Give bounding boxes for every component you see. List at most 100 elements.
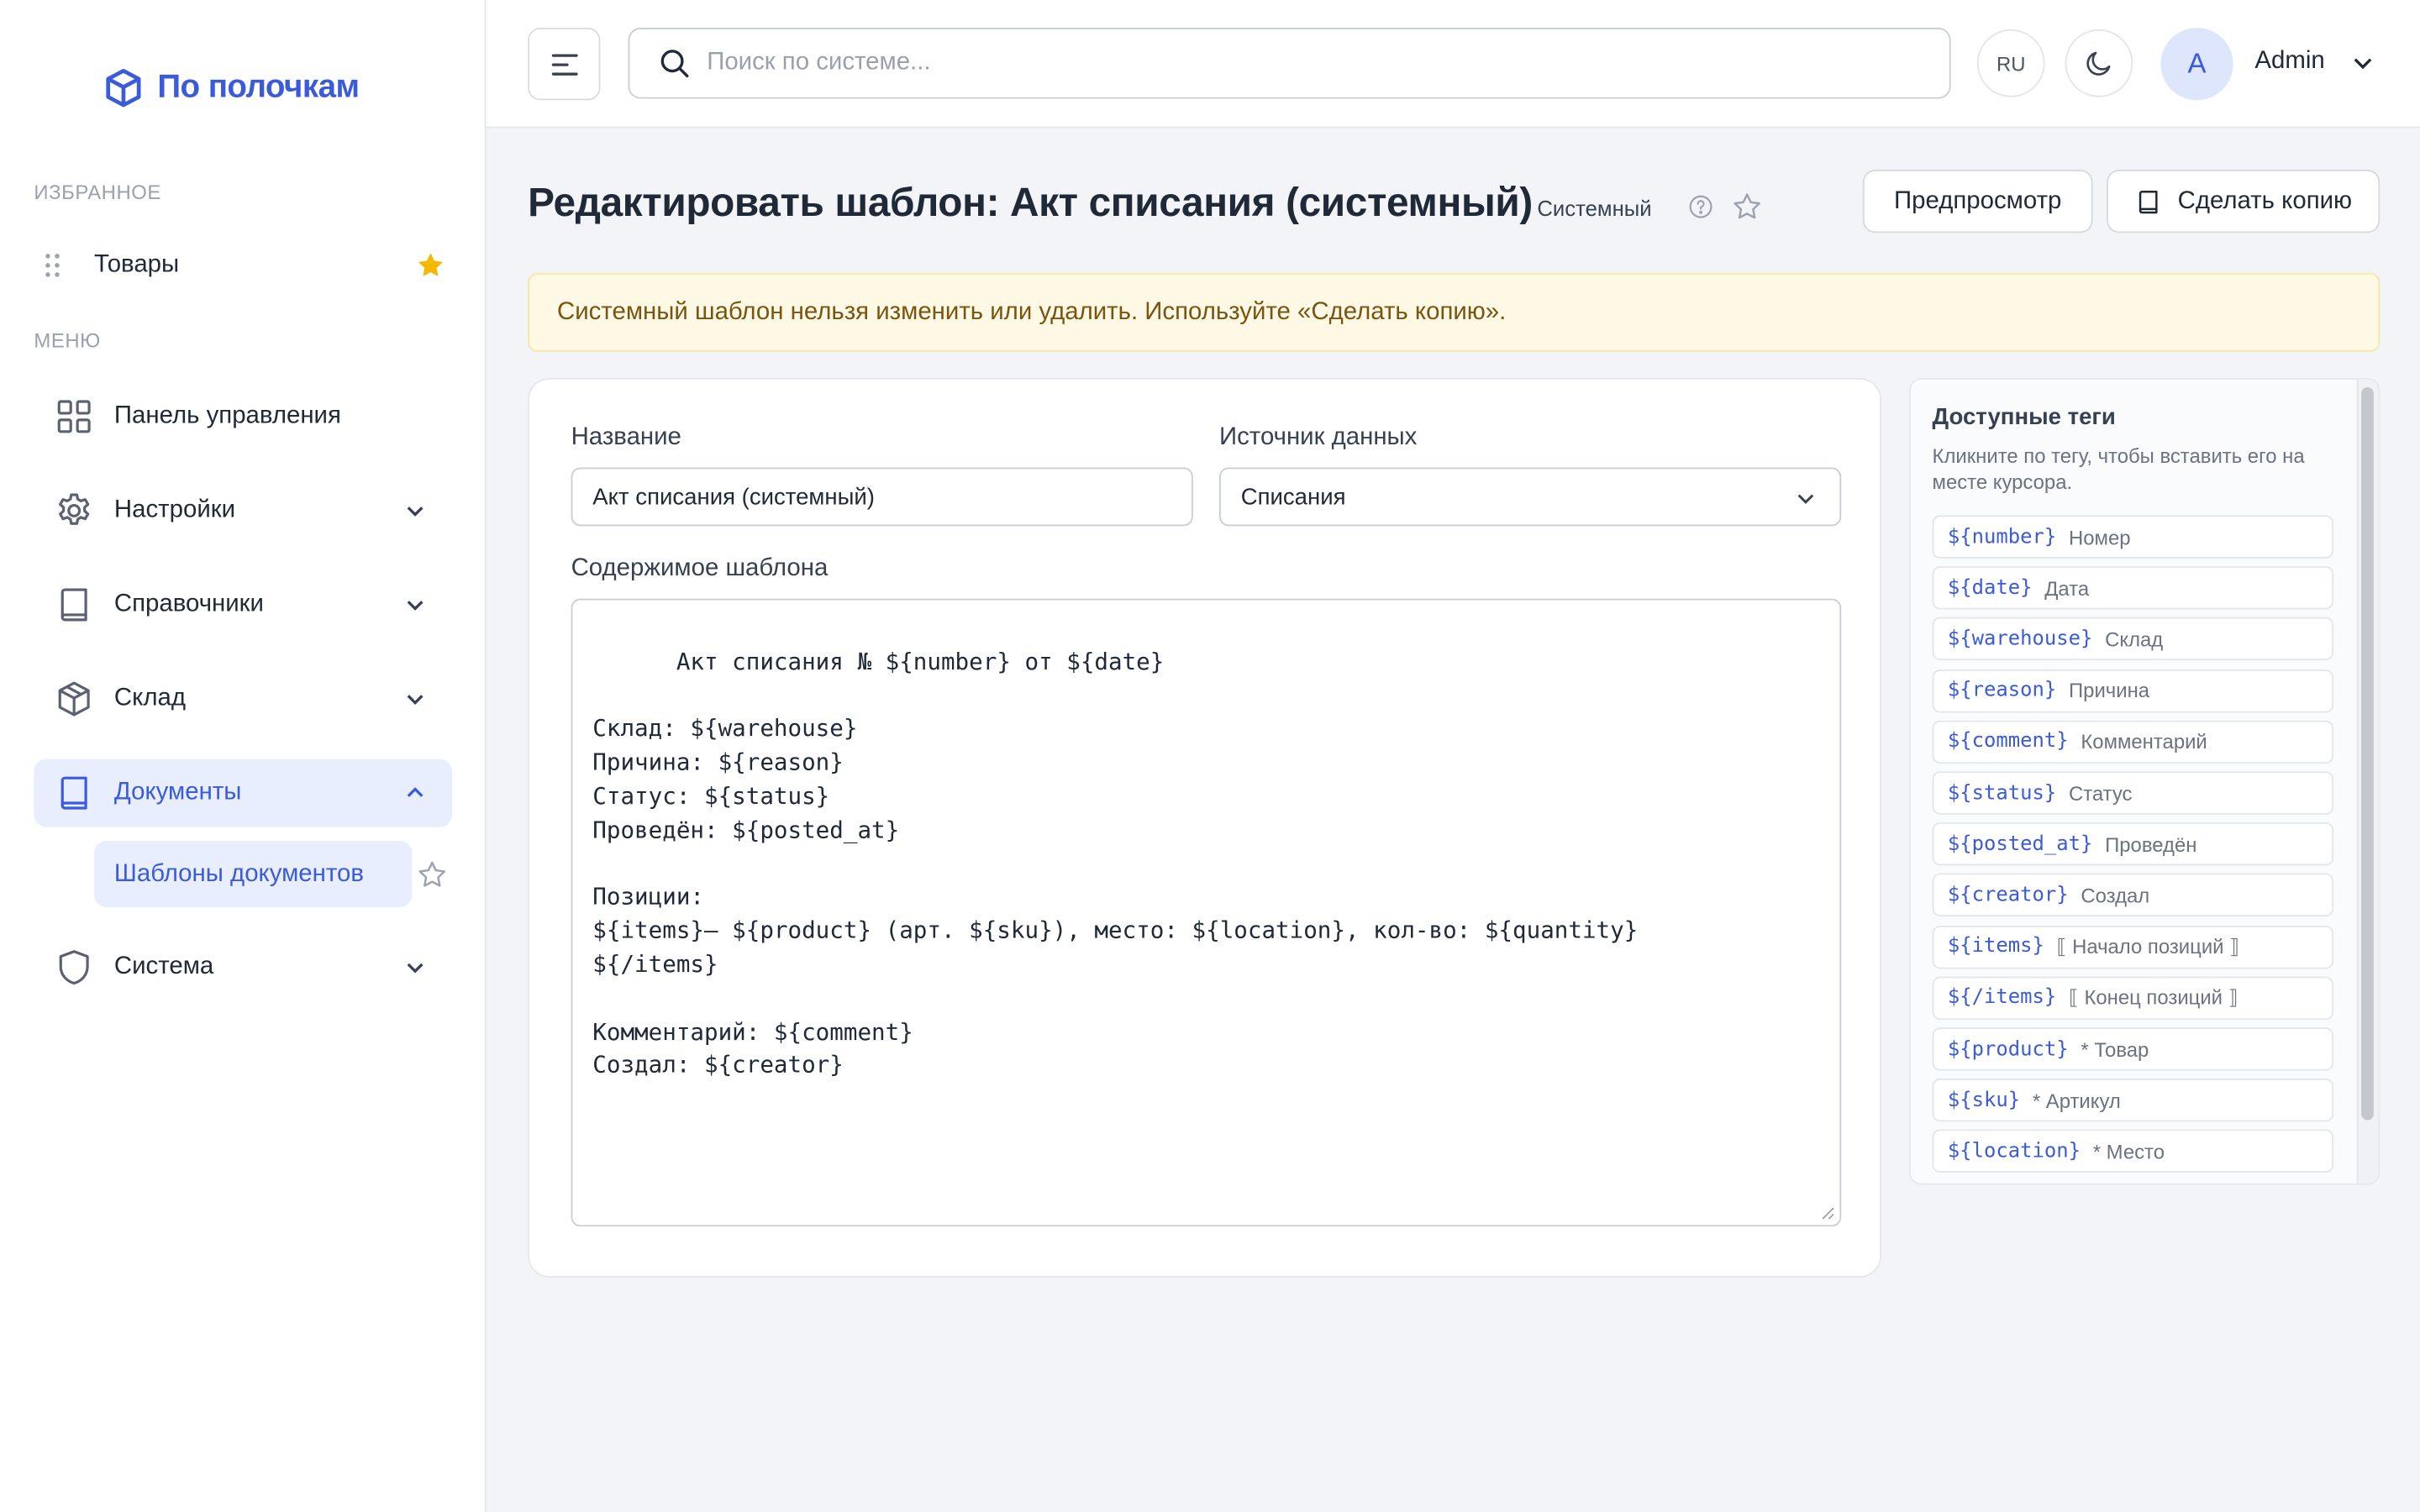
theme-toggle-button[interactable] — [2065, 29, 2133, 97]
tag-item[interactable]: ${number} Номер — [1932, 515, 2334, 559]
tag-item[interactable]: ${product} * Товар — [1932, 1027, 2334, 1071]
tag-code: ${status} — [1947, 781, 2057, 805]
sidebar-item-dashboard[interactable]: Панель управления — [34, 383, 452, 451]
favorite-item-label: Товары — [94, 251, 180, 278]
tag-description: Номер — [2069, 525, 2131, 549]
chevron-down-icon — [1797, 494, 1814, 504]
search-input[interactable] — [707, 49, 1911, 77]
tag-code: ${posted_at} — [1947, 832, 2093, 856]
tag-code: ${comment} — [1947, 730, 2069, 753]
tag-item[interactable]: ${posted_at} Проведён — [1932, 822, 2334, 866]
data-source-label: Источник данных — [1218, 424, 1418, 451]
tag-code: ${/items} — [1947, 986, 2057, 1010]
sidebar-item-label: Настройки — [113, 496, 236, 523]
book-icon — [54, 773, 94, 813]
sidebar-item-label: Панель управления — [113, 402, 341, 429]
tag-code: ${number} — [1947, 525, 2057, 549]
data-source-select[interactable]: Списания — [1218, 467, 1842, 527]
tag-item[interactable]: ${warehouse} Склад — [1932, 617, 2334, 661]
logo[interactable]: По полочкам — [102, 65, 360, 111]
menu-toggle-button[interactable] — [528, 28, 601, 101]
resize-handle-icon[interactable] — [1819, 1205, 1834, 1220]
tag-description: ⟦ Начало позиций ⟧ — [2056, 934, 2239, 958]
star-outline-icon[interactable] — [1732, 192, 1763, 223]
star-outline-icon[interactable] — [417, 859, 448, 890]
tags-panel-title: Доступные теги — [1932, 404, 2116, 431]
favorite-item-products[interactable]: Товары — [34, 241, 452, 291]
moon-icon — [2086, 51, 2111, 76]
sidebar-item-references[interactable]: Справочники — [34, 571, 452, 639]
tag-code: ${sku} — [1947, 1089, 2021, 1112]
drag-handle-icon[interactable] — [42, 251, 64, 279]
sidebar-item-documents[interactable]: Документы — [34, 759, 453, 827]
menu-icon — [550, 53, 577, 75]
page: По полочкам ИЗБРАННОЕ Товары МЕНЮ Панель… — [0, 0, 2420, 1512]
chevron-down-icon — [407, 507, 424, 517]
data-source-value: Списания — [1240, 483, 1346, 511]
tag-item[interactable]: ${sku} * Артикул — [1932, 1079, 2334, 1122]
grid-icon — [54, 396, 94, 437]
chevron-up-icon — [407, 787, 424, 797]
content-field-label: Содержимое шаблона — [571, 555, 829, 582]
tag-item[interactable]: ${items} ⟦ Начало позиций ⟧ — [1932, 925, 2334, 969]
box-icon — [54, 679, 94, 719]
star-filled-icon[interactable] — [415, 250, 446, 281]
tag-code: ${reason} — [1947, 679, 2057, 702]
tag-item[interactable]: ${status} Статус — [1932, 771, 2334, 815]
sidebar-item-label: Справочники — [113, 591, 264, 617]
topbar: RU A Admin — [486, 0, 2420, 129]
gear-icon — [54, 491, 94, 531]
tag-description: Причина — [2069, 679, 2150, 702]
page-title: Редактировать шаблон: Акт списания (сист… — [528, 179, 1533, 226]
chevron-down-icon — [407, 695, 424, 705]
tag-description: * Артикул — [2032, 1089, 2121, 1112]
shield-icon — [54, 948, 94, 988]
sidebar-subitem-label: Шаблоны документов — [113, 859, 364, 887]
tag-description: * Товар — [2081, 1037, 2149, 1061]
tag-code: ${location} — [1947, 1140, 2081, 1163]
tag-item[interactable]: ${location} * Место — [1932, 1130, 2334, 1173]
tag-item[interactable]: ${reason} Причина — [1932, 669, 2334, 712]
search-bar[interactable] — [628, 28, 1951, 99]
user-name[interactable]: Admin — [2254, 48, 2324, 76]
tag-item[interactable]: ${comment} Комментарий — [1932, 720, 2334, 764]
preview-button[interactable]: Предпросмотр — [1862, 170, 2093, 234]
system-badge: Системный — [1537, 196, 1652, 221]
tag-item[interactable]: ${date} Дата — [1932, 566, 2334, 610]
language-button[interactable]: RU — [1976, 29, 2045, 97]
tag-description: Дата — [2044, 576, 2090, 600]
tag-code: ${date} — [1947, 576, 2033, 600]
menu-section-label: МЕНЮ — [34, 328, 101, 352]
book-icon — [2139, 190, 2158, 213]
sidebar: По полочкам ИЗБРАННОЕ Товары МЕНЮ Панель… — [0, 0, 487, 1512]
chevron-down-icon — [407, 963, 424, 974]
sidebar-item-system[interactable]: Система — [34, 933, 452, 1001]
tag-description: Создал — [2081, 884, 2150, 907]
avatar[interactable]: A — [2160, 28, 2233, 101]
template-form-card: Название Акт списания (системный) Источн… — [528, 377, 1881, 1278]
tag-description: Комментарий — [2081, 730, 2207, 753]
chevron-down-icon[interactable] — [2350, 51, 2375, 76]
make-copy-button-label: Сделать копию — [2177, 187, 2353, 214]
sidebar-item-label: Система — [113, 953, 214, 980]
template-content-editor[interactable]: Акт списания № ${number} от ${date} Скла… — [571, 598, 1842, 1227]
help-circle-icon[interactable] — [1687, 193, 1715, 221]
make-copy-button[interactable]: Сделать копию — [2107, 170, 2381, 234]
sidebar-subitem-document-templates[interactable]: Шаблоны документов — [94, 841, 413, 907]
tag-code: ${product} — [1947, 1037, 2069, 1061]
sidebar-item-settings[interactable]: Настройки — [34, 477, 452, 545]
template-content-text: Акт списания № ${number} от ${date} Скла… — [592, 648, 1639, 1079]
system-template-alert: Системный шаблон нельзя изменить или уда… — [528, 273, 2381, 352]
tag-item[interactable]: ${creator} Создал — [1932, 874, 2334, 917]
tag-item[interactable]: ${/items} ⟦ Конец позиций ⟧ — [1932, 976, 2334, 1020]
sidebar-item-warehouse[interactable]: Склад — [34, 665, 452, 733]
tag-code: ${items} — [1947, 935, 2044, 958]
tags-scrollbar[interactable] — [2361, 387, 2374, 1121]
name-field-label: Название — [571, 424, 681, 451]
search-icon — [660, 50, 689, 78]
tag-description: * Место — [2092, 1140, 2165, 1163]
name-field[interactable]: Акт списания (системный) — [571, 467, 1193, 527]
tags-panel-hint: Кликните по тегу, чтобы вставить его на … — [1932, 444, 2305, 494]
tag-code: ${creator} — [1947, 884, 2069, 907]
sidebar-item-label: Документы — [113, 779, 242, 806]
